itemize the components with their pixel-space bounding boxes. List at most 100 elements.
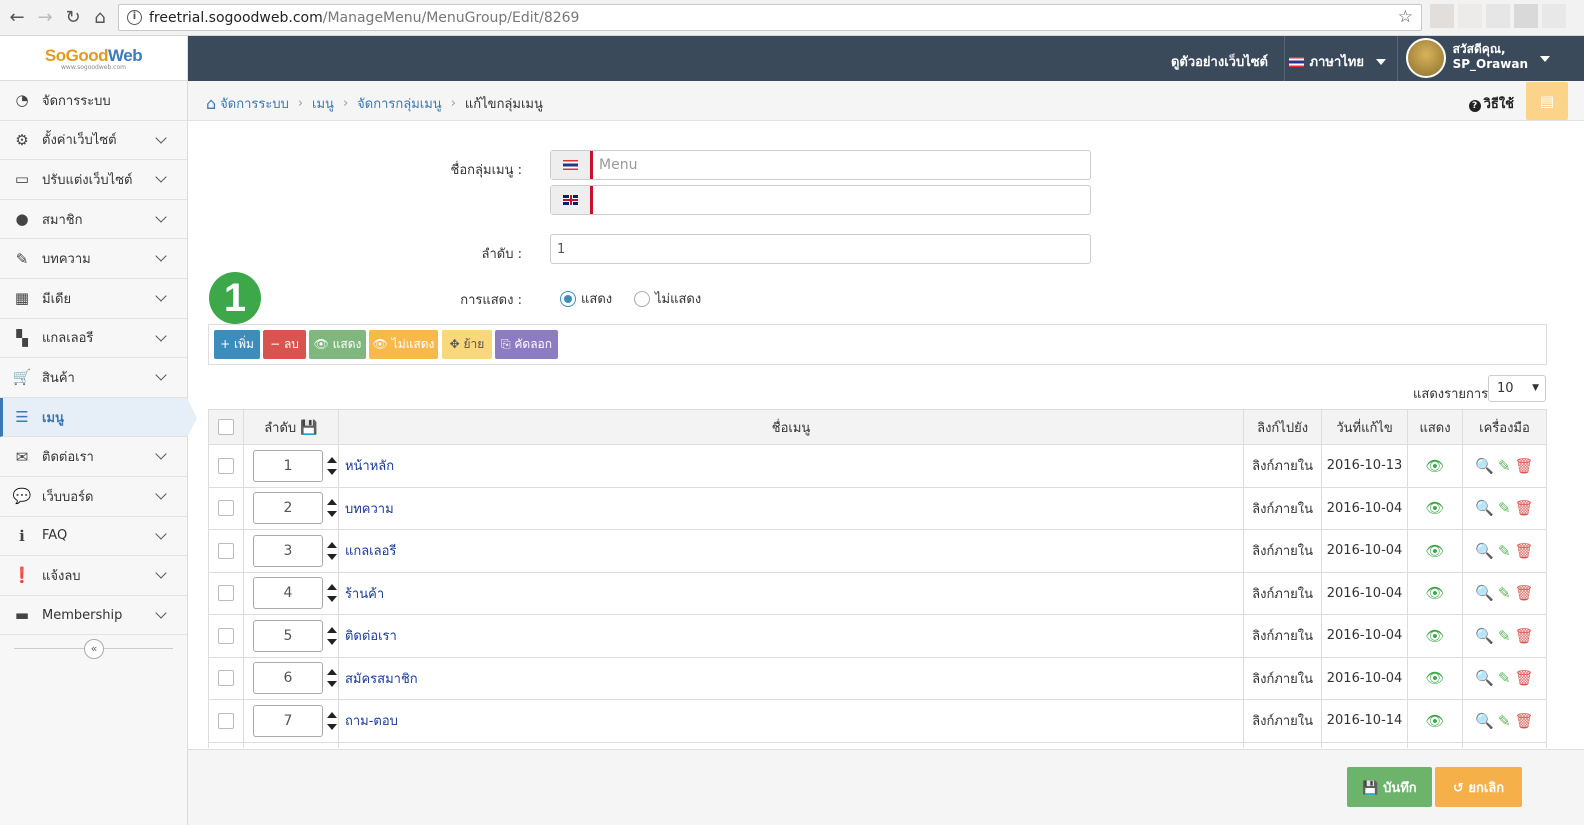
sidebar-item[interactable]: ✉ ติดต่อเรา bbox=[0, 437, 187, 477]
row-checkbox[interactable] bbox=[217, 585, 234, 602]
decrement-icon[interactable] bbox=[326, 638, 337, 645]
increment-icon[interactable] bbox=[326, 541, 337, 548]
home-icon[interactable]: ⌂ bbox=[206, 94, 216, 113]
group-name-th-input[interactable] bbox=[597, 151, 1087, 179]
breadcrumb-link[interactable]: เมนู bbox=[312, 93, 334, 114]
sidebar-item[interactable]: ● สมาชิก bbox=[0, 200, 187, 240]
extension-icon[interactable] bbox=[1458, 4, 1482, 28]
group-name-en-field[interactable] bbox=[550, 185, 1091, 215]
order-stepper[interactable]: 3 bbox=[252, 534, 337, 567]
select-all-checkbox[interactable] bbox=[217, 419, 234, 435]
forward-arrow-icon[interactable]: → bbox=[34, 7, 56, 29]
eye-icon[interactable]: 👁 bbox=[1425, 712, 1444, 730]
hide-button[interactable]: 👁 ไม่แสดง bbox=[369, 330, 438, 359]
pencil-icon[interactable]: ✎ bbox=[1498, 499, 1511, 517]
pencil-icon[interactable]: ✎ bbox=[1498, 584, 1511, 602]
menu-name-link[interactable]: แกลเลอรี bbox=[339, 544, 396, 559]
help-link[interactable]: ? วิธีใช้ bbox=[1468, 93, 1514, 114]
sidebar-item[interactable]: ℹ FAQ bbox=[0, 517, 187, 557]
search-icon[interactable]: 🔍 bbox=[1475, 584, 1494, 602]
increment-icon[interactable] bbox=[326, 584, 337, 591]
decrement-icon[interactable] bbox=[326, 723, 337, 730]
sidebar-item[interactable]: ❗ แจ้งลบ bbox=[0, 556, 187, 596]
sidebar-item[interactable]: ✎ บทความ bbox=[0, 239, 187, 279]
search-icon[interactable]: 🔍 bbox=[1475, 669, 1494, 687]
copy-button[interactable]: ⎘ คัดลอก bbox=[495, 330, 558, 359]
extension-icon[interactable] bbox=[1542, 4, 1566, 28]
eye-icon[interactable]: 👁 bbox=[1425, 669, 1444, 687]
search-icon[interactable]: 🔍 bbox=[1475, 627, 1494, 645]
sidebar-item[interactable]: ▚ แกลเลอรี bbox=[0, 319, 187, 359]
order-value[interactable]: 2 bbox=[252, 492, 323, 525]
trash-icon[interactable]: 🗑 bbox=[1515, 499, 1534, 517]
search-icon[interactable]: 🔍 bbox=[1475, 542, 1494, 560]
extension-icon[interactable] bbox=[1486, 4, 1510, 28]
extension-icon[interactable] bbox=[1430, 4, 1454, 28]
trash-icon[interactable]: 🗑 bbox=[1515, 669, 1534, 687]
add-button[interactable]: + เพิ่ม bbox=[214, 330, 260, 359]
move-button[interactable]: ✥ ย้าย bbox=[442, 330, 492, 359]
bookmark-star-icon[interactable]: ☆ bbox=[1398, 7, 1413, 27]
order-value[interactable]: 6 bbox=[252, 662, 323, 695]
save-button[interactable]: 💾 บันทึก bbox=[1347, 767, 1432, 807]
order-stepper[interactable]: 4 bbox=[252, 577, 337, 610]
trash-icon[interactable]: 🗑 bbox=[1515, 584, 1534, 602]
group-name-th-field[interactable] bbox=[550, 150, 1091, 180]
logo[interactable]: SoGoodWeb www.sogoodweb.com bbox=[0, 36, 187, 81]
increment-icon[interactable] bbox=[326, 499, 337, 506]
menu-name-link[interactable]: สมัครสมาชิก bbox=[339, 672, 418, 687]
menu-name-link[interactable]: ร้านค้า bbox=[339, 587, 384, 602]
increment-icon[interactable] bbox=[326, 669, 337, 676]
order-input[interactable] bbox=[550, 234, 1091, 264]
breadcrumb-link[interactable]: จัดการกลุ่มเมนู bbox=[357, 93, 442, 114]
trash-icon[interactable]: 🗑 bbox=[1515, 627, 1534, 645]
caret-down-icon[interactable] bbox=[1540, 56, 1550, 62]
eye-icon[interactable]: 👁 bbox=[1425, 584, 1444, 602]
sidebar-item[interactable]: ▭ ปรับแต่งเว็บไซต์ bbox=[0, 160, 187, 200]
site-info-icon[interactable]: i bbox=[127, 10, 142, 25]
language-dropdown[interactable]: ภาษาไทย bbox=[1288, 51, 1386, 72]
decrement-icon[interactable] bbox=[326, 596, 337, 603]
sidebar-item[interactable]: ⚙ ตั้งค่าเว็บไซต์ bbox=[0, 121, 187, 161]
address-bar[interactable]: i freetrial.sogoodweb.com/ManageMenu/Men… bbox=[118, 4, 1422, 31]
user-menu[interactable]: สวัสดีคุณ, SP_Orawan bbox=[1453, 42, 1528, 72]
row-checkbox[interactable] bbox=[217, 457, 234, 474]
reload-icon[interactable]: ↻ bbox=[62, 7, 84, 29]
back-arrow-icon[interactable]: ← bbox=[6, 7, 28, 29]
view-website-link[interactable]: ดูตัวอย่างเว็บไซต์ bbox=[1171, 51, 1268, 72]
extension-icon[interactable] bbox=[1514, 4, 1538, 28]
save-order-icon[interactable]: 💾 bbox=[300, 420, 317, 436]
order-stepper[interactable]: 1 bbox=[252, 449, 337, 482]
pencil-icon[interactable]: ✎ bbox=[1498, 627, 1511, 645]
increment-icon[interactable] bbox=[326, 711, 337, 718]
decrement-icon[interactable] bbox=[326, 468, 337, 475]
search-icon[interactable]: 🔍 bbox=[1475, 712, 1494, 730]
decrement-icon[interactable] bbox=[326, 681, 337, 688]
notebook-button[interactable]: ▤ bbox=[1526, 82, 1568, 120]
display-hide-radio[interactable]: ไม่แสดง bbox=[634, 288, 701, 309]
order-value[interactable]: 5 bbox=[252, 619, 323, 652]
trash-icon[interactable]: 🗑 bbox=[1515, 712, 1534, 730]
row-checkbox[interactable] bbox=[217, 627, 234, 644]
eye-icon[interactable]: 👁 bbox=[1425, 499, 1444, 517]
row-checkbox[interactable] bbox=[217, 670, 234, 687]
collapse-sidebar-icon[interactable]: « bbox=[84, 639, 104, 660]
page-size-select[interactable]: 10 ▼ bbox=[1488, 375, 1546, 402]
header-order[interactable]: ลำดับ bbox=[264, 421, 296, 436]
sidebar-item[interactable]: 🛒 สินค้า bbox=[0, 358, 187, 398]
sidebar-item[interactable]: ☰ เมนู bbox=[0, 397, 197, 438]
pencil-icon[interactable]: ✎ bbox=[1498, 457, 1511, 475]
eye-icon[interactable]: 👁 bbox=[1425, 542, 1444, 560]
order-stepper[interactable]: 5 bbox=[252, 619, 337, 652]
sidebar-item[interactable]: 💬 เว็บบอร์ด bbox=[0, 477, 187, 517]
cancel-button[interactable]: ↺ ยกเลิก bbox=[1435, 767, 1522, 807]
group-name-en-input[interactable] bbox=[597, 186, 1087, 214]
order-stepper[interactable]: 6 bbox=[252, 662, 337, 695]
increment-icon[interactable] bbox=[326, 456, 337, 463]
order-stepper[interactable]: 7 bbox=[252, 704, 337, 737]
breadcrumb-link[interactable]: จัดการระบบ bbox=[220, 93, 289, 114]
eye-icon[interactable]: 👁 bbox=[1425, 457, 1444, 475]
menu-name-link[interactable]: ติดต่อเรา bbox=[339, 629, 397, 644]
order-stepper[interactable]: 2 bbox=[252, 492, 337, 525]
sidebar-item[interactable]: ◔ จัดการระบบ bbox=[0, 81, 187, 121]
